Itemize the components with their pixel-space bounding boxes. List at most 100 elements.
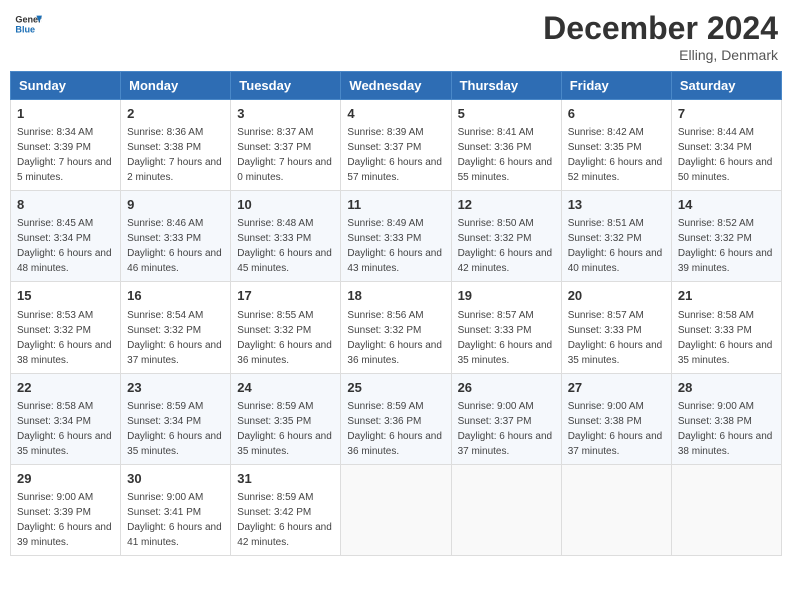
daylight-info: Daylight: 6 hours and 55 minutes.: [458, 157, 553, 183]
calendar-cell: [341, 464, 451, 555]
calendar-cell: 27 Sunrise: 9:00 AM Sunset: 3:38 PM Dayl…: [561, 373, 671, 464]
calendar-cell: 13 Sunrise: 8:51 AM Sunset: 3:32 PM Dayl…: [561, 191, 671, 282]
calendar-cell: 26 Sunrise: 9:00 AM Sunset: 3:37 PM Dayl…: [451, 373, 561, 464]
day-number: 13: [568, 196, 665, 214]
sunset-info: Sunset: 3:35 PM: [237, 416, 311, 427]
calendar-cell: 24 Sunrise: 8:59 AM Sunset: 3:35 PM Dayl…: [231, 373, 341, 464]
sunset-info: Sunset: 3:37 PM: [458, 416, 532, 427]
daylight-info: Daylight: 7 hours and 2 minutes.: [127, 157, 222, 183]
calendar-cell: 30 Sunrise: 9:00 AM Sunset: 3:41 PM Dayl…: [121, 464, 231, 555]
daylight-info: Daylight: 6 hours and 35 minutes.: [127, 431, 222, 457]
daylight-info: Daylight: 6 hours and 38 minutes.: [17, 340, 112, 366]
calendar-week-5: 29 Sunrise: 9:00 AM Sunset: 3:39 PM Dayl…: [11, 464, 782, 555]
calendar-week-3: 15 Sunrise: 8:53 AM Sunset: 3:32 PM Dayl…: [11, 282, 782, 373]
column-header-thursday: Thursday: [451, 72, 561, 100]
daylight-info: Daylight: 6 hours and 36 minutes.: [347, 431, 442, 457]
daylight-info: Daylight: 6 hours and 37 minutes.: [568, 431, 663, 457]
daylight-info: Daylight: 6 hours and 35 minutes.: [678, 340, 773, 366]
daylight-info: Daylight: 6 hours and 39 minutes.: [17, 522, 112, 548]
sunset-info: Sunset: 3:34 PM: [17, 233, 91, 244]
column-header-tuesday: Tuesday: [231, 72, 341, 100]
day-number: 7: [678, 105, 775, 123]
sunrise-info: Sunrise: 8:34 AM: [17, 127, 93, 138]
page-header: General Blue December 2024 Elling, Denma…: [10, 10, 782, 63]
calendar-cell: 22 Sunrise: 8:58 AM Sunset: 3:34 PM Dayl…: [11, 373, 121, 464]
day-number: 27: [568, 379, 665, 397]
sunset-info: Sunset: 3:32 PM: [17, 325, 91, 336]
calendar-cell: 28 Sunrise: 9:00 AM Sunset: 3:38 PM Dayl…: [671, 373, 781, 464]
day-number: 14: [678, 196, 775, 214]
calendar-cell: 14 Sunrise: 8:52 AM Sunset: 3:32 PM Dayl…: [671, 191, 781, 282]
column-header-saturday: Saturday: [671, 72, 781, 100]
calendar-cell: 12 Sunrise: 8:50 AM Sunset: 3:32 PM Dayl…: [451, 191, 561, 282]
sunset-info: Sunset: 3:32 PM: [127, 325, 201, 336]
day-number: 21: [678, 287, 775, 305]
daylight-info: Daylight: 6 hours and 35 minutes.: [237, 431, 332, 457]
daylight-info: Daylight: 7 hours and 0 minutes.: [237, 157, 332, 183]
sunset-info: Sunset: 3:39 PM: [17, 142, 91, 153]
day-number: 17: [237, 287, 334, 305]
day-number: 18: [347, 287, 444, 305]
sunrise-info: Sunrise: 8:57 AM: [458, 310, 534, 321]
sunset-info: Sunset: 3:38 PM: [127, 142, 201, 153]
calendar-cell: 29 Sunrise: 9:00 AM Sunset: 3:39 PM Dayl…: [11, 464, 121, 555]
daylight-info: Daylight: 6 hours and 39 minutes.: [678, 248, 773, 274]
daylight-info: Daylight: 6 hours and 52 minutes.: [568, 157, 663, 183]
daylight-info: Daylight: 6 hours and 40 minutes.: [568, 248, 663, 274]
day-number: 12: [458, 196, 555, 214]
day-number: 5: [458, 105, 555, 123]
daylight-info: Daylight: 6 hours and 36 minutes.: [347, 340, 442, 366]
sunset-info: Sunset: 3:33 PM: [237, 233, 311, 244]
day-number: 28: [678, 379, 775, 397]
day-number: 3: [237, 105, 334, 123]
day-number: 22: [17, 379, 114, 397]
sunset-info: Sunset: 3:32 PM: [347, 325, 421, 336]
daylight-info: Daylight: 6 hours and 42 minutes.: [458, 248, 553, 274]
daylight-info: Daylight: 6 hours and 36 minutes.: [237, 340, 332, 366]
daylight-info: Daylight: 6 hours and 35 minutes.: [458, 340, 553, 366]
day-number: 11: [347, 196, 444, 214]
sunrise-info: Sunrise: 8:39 AM: [347, 127, 423, 138]
calendar-cell: 2 Sunrise: 8:36 AM Sunset: 3:38 PM Dayli…: [121, 100, 231, 191]
sunrise-info: Sunrise: 8:36 AM: [127, 127, 203, 138]
day-number: 31: [237, 470, 334, 488]
calendar-cell: 7 Sunrise: 8:44 AM Sunset: 3:34 PM Dayli…: [671, 100, 781, 191]
sunrise-info: Sunrise: 9:00 AM: [678, 401, 754, 412]
location: Elling, Denmark: [543, 47, 778, 63]
day-number: 19: [458, 287, 555, 305]
sunrise-info: Sunrise: 8:58 AM: [17, 401, 93, 412]
sunrise-info: Sunrise: 8:54 AM: [127, 310, 203, 321]
sunset-info: Sunset: 3:37 PM: [237, 142, 311, 153]
sunset-info: Sunset: 3:32 PM: [237, 325, 311, 336]
daylight-info: Daylight: 6 hours and 38 minutes.: [678, 431, 773, 457]
day-number: 6: [568, 105, 665, 123]
day-number: 26: [458, 379, 555, 397]
calendar-cell: 1 Sunrise: 8:34 AM Sunset: 3:39 PM Dayli…: [11, 100, 121, 191]
day-number: 4: [347, 105, 444, 123]
calendar-cell: 25 Sunrise: 8:59 AM Sunset: 3:36 PM Dayl…: [341, 373, 451, 464]
month-title: December 2024: [543, 10, 778, 47]
daylight-info: Daylight: 6 hours and 45 minutes.: [237, 248, 332, 274]
daylight-info: Daylight: 6 hours and 42 minutes.: [237, 522, 332, 548]
sunrise-info: Sunrise: 8:50 AM: [458, 218, 534, 229]
sunrise-info: Sunrise: 8:59 AM: [347, 401, 423, 412]
sunset-info: Sunset: 3:38 PM: [568, 416, 642, 427]
logo: General Blue: [14, 10, 42, 38]
calendar-cell: 23 Sunrise: 8:59 AM Sunset: 3:34 PM Dayl…: [121, 373, 231, 464]
calendar-week-2: 8 Sunrise: 8:45 AM Sunset: 3:34 PM Dayli…: [11, 191, 782, 282]
sunrise-info: Sunrise: 8:45 AM: [17, 218, 93, 229]
sunrise-info: Sunrise: 8:53 AM: [17, 310, 93, 321]
calendar-cell: 31 Sunrise: 8:59 AM Sunset: 3:42 PM Dayl…: [231, 464, 341, 555]
day-number: 9: [127, 196, 224, 214]
daylight-info: Daylight: 6 hours and 35 minutes.: [17, 431, 112, 457]
daylight-info: Daylight: 6 hours and 57 minutes.: [347, 157, 442, 183]
calendar-table: SundayMondayTuesdayWednesdayThursdayFrid…: [10, 71, 782, 556]
title-block: December 2024 Elling, Denmark: [543, 10, 778, 63]
daylight-info: Daylight: 6 hours and 48 minutes.: [17, 248, 112, 274]
logo-icon: General Blue: [14, 10, 42, 38]
calendar-cell: 8 Sunrise: 8:45 AM Sunset: 3:34 PM Dayli…: [11, 191, 121, 282]
sunrise-info: Sunrise: 8:57 AM: [568, 310, 644, 321]
day-number: 20: [568, 287, 665, 305]
sunset-info: Sunset: 3:41 PM: [127, 507, 201, 518]
calendar-cell: [451, 464, 561, 555]
